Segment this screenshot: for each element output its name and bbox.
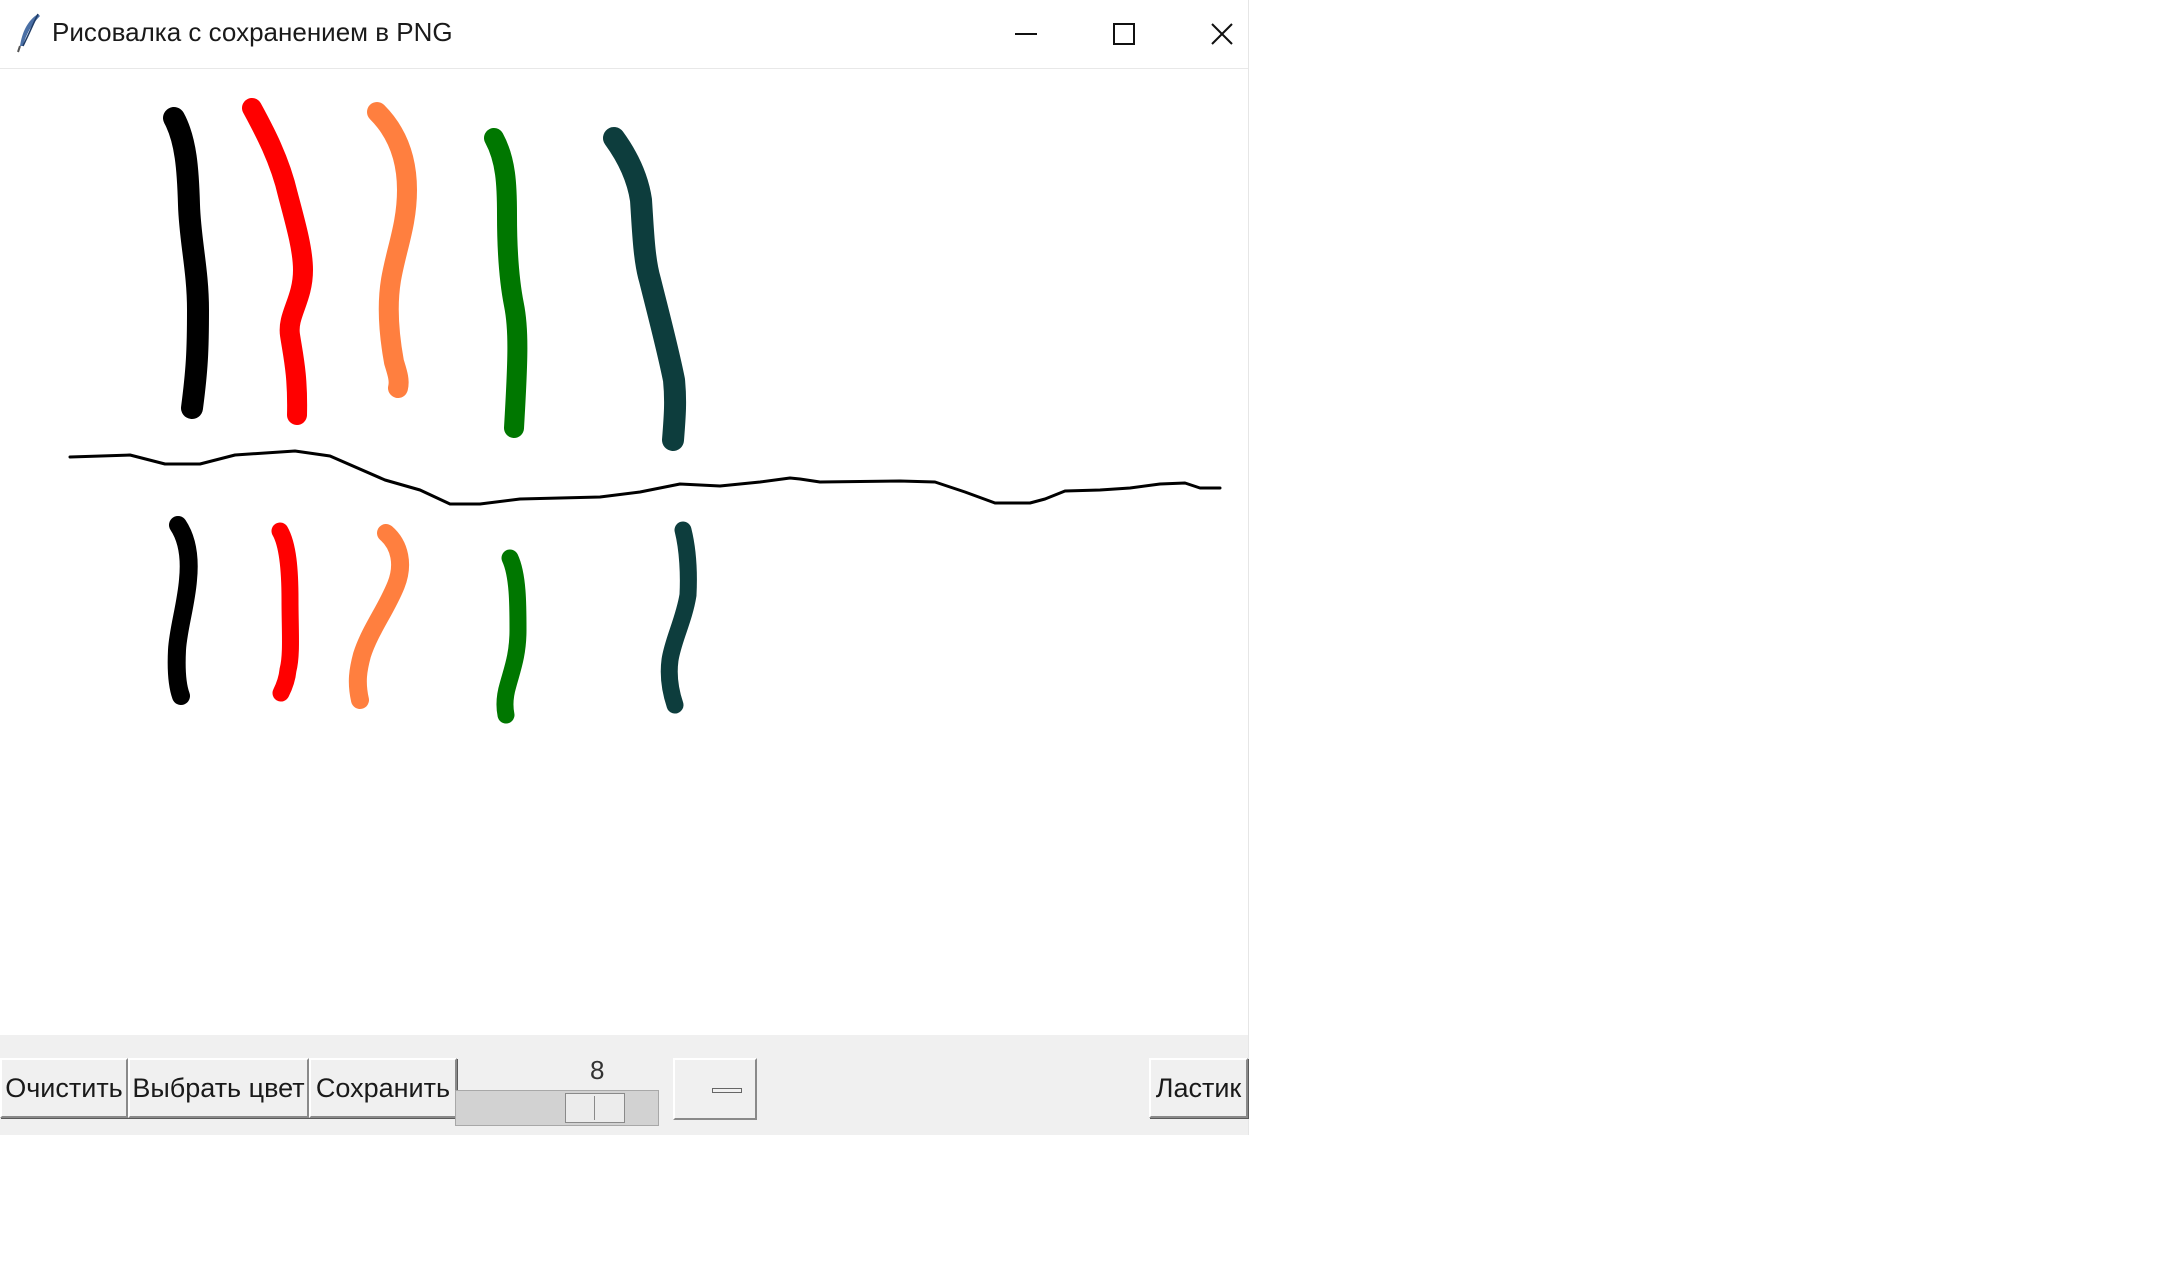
color-swatch	[712, 1088, 742, 1093]
stroke-teal-upper	[603, 127, 687, 451]
minimize-button[interactable]	[978, 0, 1074, 68]
clear-button[interactable]: Очистить	[0, 1058, 128, 1118]
stroke-orange-lower	[348, 524, 410, 709]
window-title: Рисовалка с сохранением в PNG	[52, 17, 453, 47]
close-icon	[1211, 23, 1233, 45]
save-button[interactable]: Сохранить	[309, 1058, 457, 1118]
stroke-green-lower	[496, 549, 527, 724]
feather-icon	[17, 13, 40, 53]
brush-size-value: 8	[590, 1055, 605, 1085]
current-color-button[interactable]	[673, 1058, 757, 1120]
maximize-icon	[1113, 23, 1135, 45]
toolbar: Очистить Выбрать цвет Сохранить 8 Ластик	[0, 1035, 1248, 1135]
choose-color-button[interactable]: Выбрать цвет	[128, 1058, 309, 1118]
stroke-teal-lower	[660, 521, 697, 714]
stroke-green-upper	[484, 128, 528, 438]
canvas-drawing	[68, 98, 1222, 724]
minimize-icon	[1015, 33, 1037, 35]
stroke-black-upper	[163, 107, 209, 419]
scale-trough[interactable]	[455, 1090, 659, 1126]
eraser-button[interactable]: Ластик	[1149, 1058, 1248, 1118]
scale-slider-handle[interactable]	[565, 1093, 626, 1123]
title-bar[interactable]: Рисовалка с сохранением в PNG	[0, 0, 1248, 69]
stroke-horizontal-line	[68, 449, 1222, 506]
maximize-button[interactable]	[1076, 0, 1172, 68]
app-window: Рисовалка с сохранением в PNG Очистить В…	[0, 0, 1249, 1135]
stroke-red-upper	[242, 98, 313, 425]
close-button[interactable]	[1174, 0, 1270, 68]
drawing-canvas[interactable]	[0, 70, 1248, 1035]
stroke-orange-upper	[367, 102, 417, 398]
stroke-black-lower	[167, 516, 198, 705]
stroke-red-lower	[271, 522, 299, 702]
